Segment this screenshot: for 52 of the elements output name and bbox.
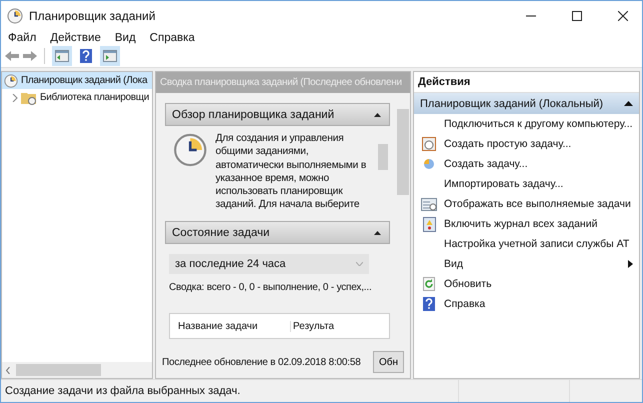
action-item[interactable]: Включить журнал всех заданий <box>414 214 639 234</box>
panel-icon <box>103 50 117 62</box>
menu-item[interactable]: Файл <box>8 32 36 44</box>
chevron-icon[interactable] <box>12 94 18 102</box>
description-text: Для создания и управления общими заданиями, автоматически выполняемыми в указанное время, можно использовать планировщик заданий. Для начала выберите <box>215 132 368 212</box>
action-item[interactable]: Подключиться к другому компьютеру... <box>414 114 639 134</box>
menu-item[interactable]: Справка <box>150 32 195 44</box>
pane-header: Сводка планировщика заданий (Последнее обновлени <box>156 72 410 93</box>
help-icon <box>80 49 92 63</box>
action-item[interactable]: Обновить <box>414 274 639 294</box>
actions-group-header[interactable]: Планировщик заданий (Локальный) <box>414 93 639 114</box>
last-update-text: Последнее обновление в 02.09.2018 8:00:58 <box>162 356 361 368</box>
forward-arrow-icon[interactable] <box>23 50 37 62</box>
summary-text: Сводка: всего - 0, 0 - выполнение, 0 - успех,... <box>169 282 373 293</box>
help-icon <box>423 297 435 311</box>
column-header[interactable]: Название задачи <box>170 320 290 332</box>
period-dropdown[interactable]: за последние 24 часа <box>169 254 369 274</box>
action-item[interactable]: Вид <box>414 254 639 274</box>
panel-icon <box>55 50 69 62</box>
menu-item[interactable]: Действие <box>50 32 101 44</box>
calendar-clock-icon <box>422 137 436 151</box>
action-item[interactable]: Настройка учетной записи службы AT <box>414 234 639 254</box>
action-item[interactable]: Создать задачу... <box>414 154 639 174</box>
app-clock-icon <box>7 8 23 24</box>
horizontal-scrollbar[interactable] <box>2 362 152 378</box>
collapse-icon[interactable] <box>624 101 633 106</box>
collapse-icon[interactable] <box>374 112 381 116</box>
scroll-left-icon[interactable] <box>6 366 10 374</box>
menu-item[interactable]: Вид <box>114 32 136 44</box>
section-header[interactable]: Обзор планировщика заданий <box>165 103 390 126</box>
folder-icon <box>21 90 37 104</box>
action-item[interactable]: Отображать все выполняемые задачи <box>414 194 639 214</box>
window-list-icon <box>421 198 437 210</box>
action-item[interactable]: Импортировать задачу... <box>414 174 639 194</box>
action-item[interactable]: Создать простую задачу... <box>414 134 639 154</box>
section-header[interactable]: Состояние задачи <box>165 221 390 244</box>
status-text: Создание задачи из файла выбранных задач. <box>4 385 242 397</box>
refresh-button[interactable]: Обн <box>372 351 404 373</box>
window-title: Планировщик заданий <box>29 8 156 22</box>
tree-item[interactable]: Планировщик заданий (Лока <box>2 72 152 89</box>
action-item[interactable]: Справка <box>414 294 639 314</box>
toolbar-button[interactable] <box>52 46 72 66</box>
log-icon <box>422 216 436 232</box>
back-arrow-icon[interactable] <box>5 50 19 62</box>
close-icon[interactable] <box>618 10 628 20</box>
refresh-icon <box>423 277 435 291</box>
column-header[interactable]: Результа <box>290 320 336 332</box>
submenu-arrow-icon <box>628 260 633 268</box>
maximize-icon[interactable] <box>572 10 582 20</box>
tree-item[interactable]: Библиотека планировщи <box>2 89 152 106</box>
collapse-icon[interactable] <box>374 230 381 234</box>
toolbar-button[interactable] <box>100 46 120 66</box>
